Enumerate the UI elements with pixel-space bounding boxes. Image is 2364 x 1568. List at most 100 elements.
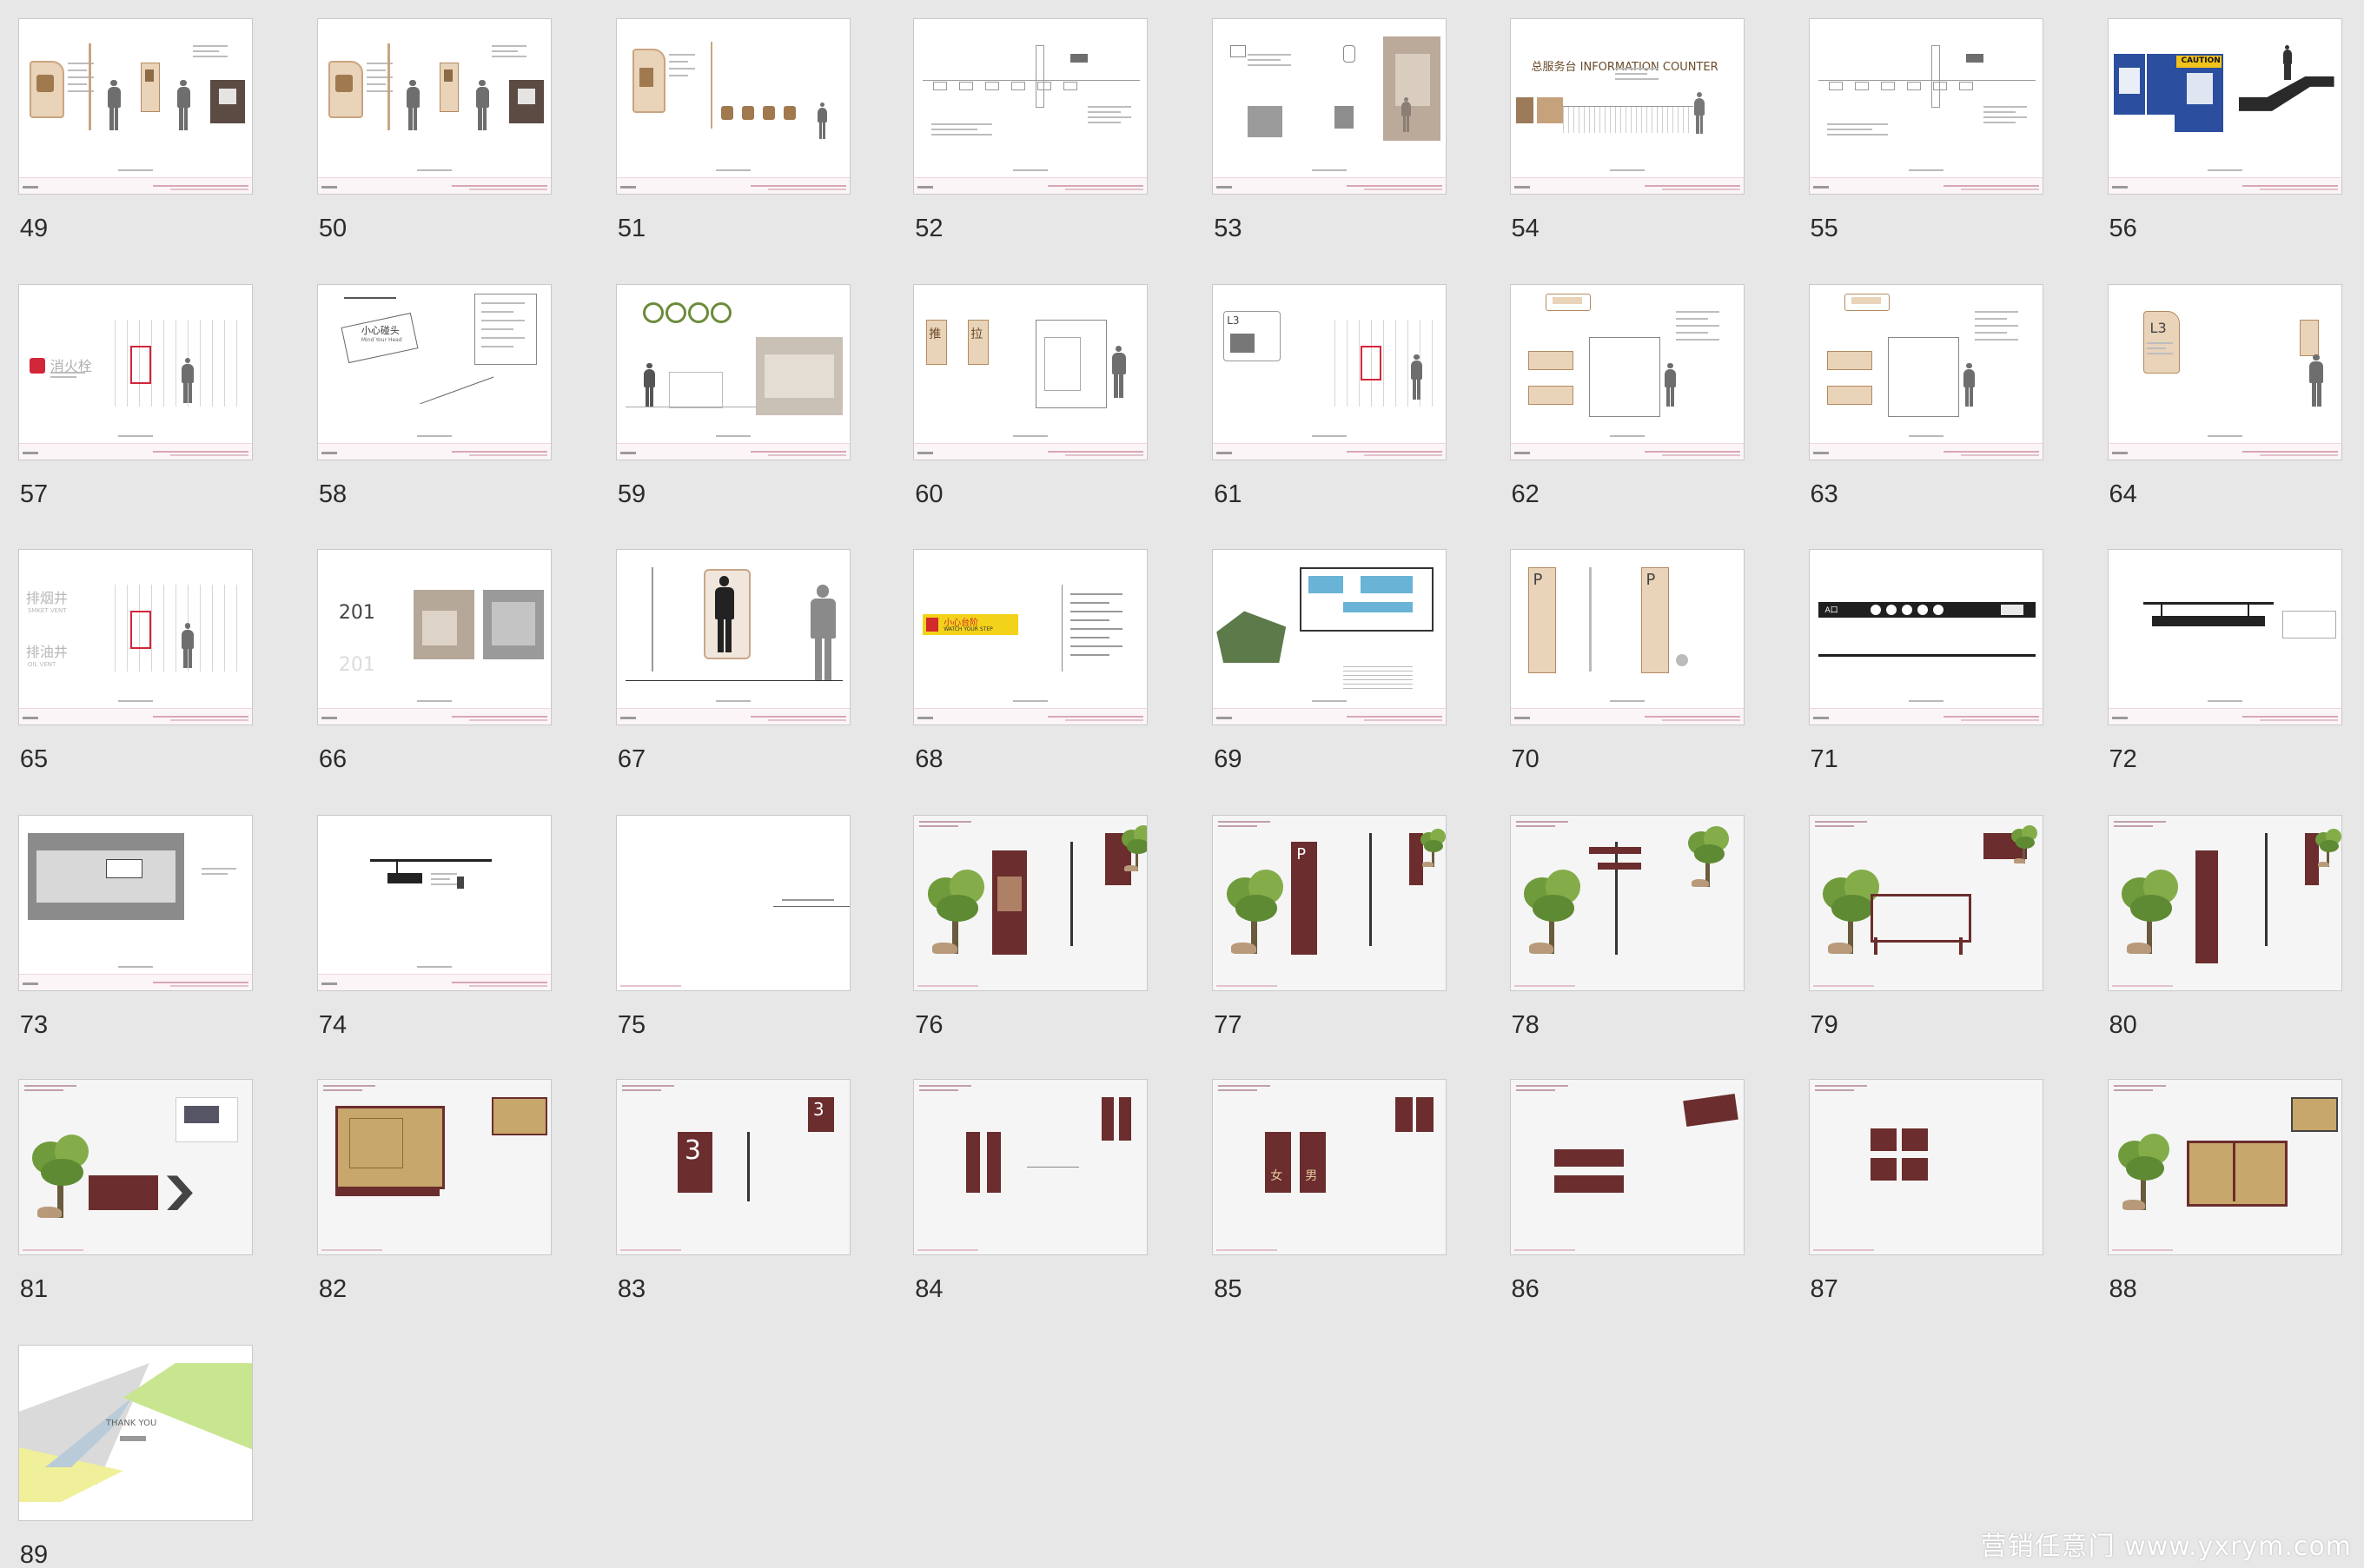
slide-thumbnail-52[interactable]: 52 xyxy=(913,17,1149,244)
slide-thumbnail-51[interactable]: 51 xyxy=(615,17,852,244)
slide-thumbnail-61[interactable]: L3 61 xyxy=(1212,283,1448,510)
room-number: 201 xyxy=(338,602,375,625)
slide-thumbnail-58[interactable]: 小心碰头 Mind Your Head 58 xyxy=(316,283,553,510)
slide-preview[interactable]: 女男 xyxy=(1212,1079,1447,1256)
text-line xyxy=(621,1085,674,1088)
slide-preview[interactable] xyxy=(615,815,851,992)
slide-preview[interactable]: PP xyxy=(1509,549,1745,726)
slide-thumbnail-65[interactable]: 排烟井 SMKET VENT 排油井 OIL VENT 65 xyxy=(17,549,255,775)
slide-preview[interactable] xyxy=(2107,1079,2342,1256)
slide-thumbnail-75[interactable]: 75 xyxy=(615,815,852,1041)
slide-thumbnail-81[interactable]: 81 xyxy=(17,1079,255,1305)
slide-preview[interactable] xyxy=(17,1079,253,1256)
slide-thumbnail-70[interactable]: P P 70 xyxy=(1509,549,1746,775)
slide-preview[interactable] xyxy=(2107,815,2342,992)
slide-preview[interactable] xyxy=(17,17,253,195)
slide-thumbnail-87[interactable]: 87 xyxy=(1808,1079,2045,1305)
slide-preview[interactable] xyxy=(1212,17,1447,195)
slide-thumbnail-57[interactable]: 消火栓 57 xyxy=(17,283,255,510)
slide-thumbnail-84[interactable]: 84 xyxy=(913,1079,1149,1305)
slide-thumbnail-67[interactable]: 67 xyxy=(615,549,852,775)
slide-thumbnail-74[interactable]: 74 xyxy=(316,815,553,1041)
slide-thumbnail-73[interactable]: 73 xyxy=(17,815,255,1041)
slide-thumbnail-71[interactable]: A口 71 xyxy=(1808,549,2045,775)
person-body xyxy=(182,363,194,383)
slide-preview[interactable] xyxy=(913,17,1149,195)
slide-preview[interactable]: 消火栓 xyxy=(17,283,253,460)
slide-thumbnail-59[interactable]: 59 xyxy=(615,283,852,510)
person-silhouette xyxy=(405,79,421,130)
slide-thumbnail-80[interactable]: 80 xyxy=(2107,815,2344,1041)
slide-thumbnail-79[interactable]: 79 xyxy=(1808,815,2045,1041)
info-post xyxy=(2195,850,2218,964)
slide-thumbnail-85[interactable]: 女男 85 xyxy=(1212,1079,1448,1305)
slide-preview[interactable] xyxy=(316,815,552,992)
slide-thumbnail-54[interactable]: 总服务台 INFORMATION COUNTER 54 xyxy=(1509,17,1746,244)
slide-preview[interactable] xyxy=(2107,549,2342,726)
slide-preview[interactable] xyxy=(1808,815,2043,992)
rock xyxy=(2122,1200,2145,1211)
footer-text xyxy=(1048,184,1144,187)
tile-1 xyxy=(1870,1128,1897,1152)
person-leg-right xyxy=(2316,382,2321,407)
slide-preview[interactable] xyxy=(615,17,851,195)
slide-thumbnail-55[interactable]: 55 xyxy=(1808,17,2045,244)
slide-thumbnail-88[interactable]: 88 xyxy=(2107,1079,2344,1305)
slide-preview[interactable]: 33 xyxy=(615,1079,851,1256)
slide-thumbnail-86[interactable]: 86 xyxy=(1509,1079,1746,1305)
slide-thumbnail-68[interactable]: 小心台阶 WATCH YOUR STEP 68 xyxy=(913,549,1149,775)
slide-preview[interactable] xyxy=(17,815,253,992)
person-body xyxy=(714,586,735,619)
slide-thumbnail-72[interactable]: 72 xyxy=(2107,549,2344,775)
slide-thumbnail-53[interactable]: 53 xyxy=(1212,17,1448,244)
slide-preview[interactable]: CAUTION xyxy=(2107,17,2342,195)
slide-thumbnail-66[interactable]: 201 201 66 xyxy=(316,549,553,775)
slide-preview[interactable] xyxy=(913,1079,1149,1256)
slide-thumbnail-60[interactable]: 推拉 60 xyxy=(913,283,1149,510)
slide-preview[interactable] xyxy=(316,1079,552,1256)
slide-number: 76 xyxy=(915,1011,944,1040)
slide-thumbnail-69[interactable]: 69 xyxy=(1212,549,1448,775)
slide-preview[interactable] xyxy=(1808,1079,2043,1256)
footer-text-2 xyxy=(1364,188,1443,190)
slide-preview[interactable]: P xyxy=(1212,815,1447,992)
slide-preview[interactable]: 排烟井 SMKET VENT 排油井 OIL VENT xyxy=(17,549,253,726)
slide-preview[interactable] xyxy=(316,17,552,195)
slide-preview[interactable] xyxy=(615,283,851,460)
slide-preview[interactable]: L3 xyxy=(2107,283,2342,460)
slide-thumbnail-50[interactable]: 50 xyxy=(316,17,553,244)
slide-caption xyxy=(2207,700,2242,703)
slide-preview[interactable]: 201 201 xyxy=(316,549,552,726)
slide-thumbnail-76[interactable]: 76 xyxy=(913,815,1149,1041)
slide-preview[interactable] xyxy=(1212,549,1447,726)
slide-preview[interactable] xyxy=(1509,283,1745,460)
slide-preview[interactable]: 小心台阶 WATCH YOUR STEP xyxy=(913,549,1149,726)
slide-preview[interactable]: L3 xyxy=(1212,283,1447,460)
slide-thumbnail-77[interactable]: P 77 xyxy=(1212,815,1448,1041)
footer-text xyxy=(1644,450,1740,453)
footer-text-2 xyxy=(1661,719,1740,722)
slide-preview[interactable] xyxy=(1808,17,2043,195)
slide-preview[interactable] xyxy=(1808,283,2043,460)
slide-preview[interactable]: THANK YOU xyxy=(17,1345,253,1522)
slide-thumbnail-82[interactable]: 82 xyxy=(316,1079,553,1305)
slide-preview[interactable]: 推拉 xyxy=(913,283,1149,460)
slide-thumbnail-83[interactable]: 3 3 83 xyxy=(615,1079,852,1305)
tree-foliage-3 xyxy=(41,1159,83,1186)
slide-thumbnail-49[interactable]: 49 xyxy=(17,17,255,244)
person-silhouette xyxy=(808,585,838,681)
slide-preview[interactable]: 小心碰头 Mind Your Head xyxy=(316,283,552,460)
slide-preview[interactable] xyxy=(1509,1079,1745,1256)
slide-thumbnail-89[interactable]: THANK YOU 89 xyxy=(17,1345,255,1568)
slide-thumbnail-64[interactable]: L3 64 xyxy=(2107,283,2344,510)
footer-text-2 xyxy=(169,719,248,722)
slide-thumbnail-62[interactable]: 62 xyxy=(1509,283,1746,510)
slide-preview[interactable] xyxy=(913,815,1149,992)
slide-thumbnail-78[interactable]: 78 xyxy=(1509,815,1746,1041)
slide-preview[interactable]: 总服务台 INFORMATION COUNTER xyxy=(1509,17,1745,195)
slide-thumbnail-63[interactable]: 63 xyxy=(1808,283,2045,510)
slide-thumbnail-56[interactable]: CAUTION 56 xyxy=(2107,17,2344,244)
slide-preview[interactable]: A口 xyxy=(1808,549,2043,726)
slide-preview[interactable] xyxy=(615,549,851,726)
slide-preview[interactable] xyxy=(1509,815,1745,992)
